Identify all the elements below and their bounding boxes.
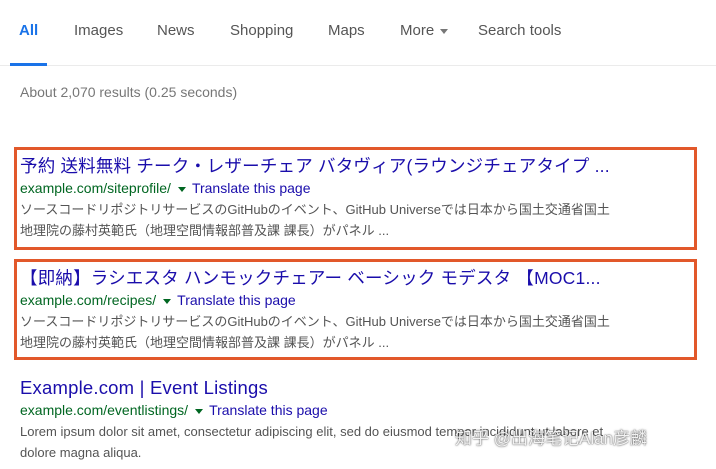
watermark-text: 知乎 @出海笔记Alan彦麟 bbox=[455, 429, 648, 448]
tab-more-label: More bbox=[400, 22, 435, 39]
chevron-down-icon bbox=[440, 28, 449, 34]
tab-shopping[interactable]: Shopping bbox=[230, 22, 293, 39]
tab-images[interactable]: Images bbox=[74, 22, 123, 39]
search-result: Example.com | Event Listings example.com… bbox=[20, 377, 690, 463]
url-dropdown-icon[interactable] bbox=[195, 408, 204, 414]
translate-link[interactable]: Translate this page bbox=[209, 402, 328, 418]
result-stats: About 2,070 results (0.25 seconds) bbox=[20, 84, 238, 100]
highlight-box bbox=[14, 259, 697, 360]
result-title-link[interactable]: Example.com | Event Listings bbox=[20, 377, 690, 399]
active-tab-indicator bbox=[10, 63, 47, 66]
tab-all[interactable]: All bbox=[19, 22, 38, 39]
result-url-line: example.com/eventlistings/Translate this… bbox=[20, 401, 690, 420]
tab-news[interactable]: News bbox=[157, 22, 195, 39]
search-tabs-bar: All Images News Shopping Maps More Searc… bbox=[0, 0, 716, 66]
tab-search-tools[interactable]: Search tools bbox=[478, 22, 561, 39]
tab-maps[interactable]: Maps bbox=[328, 22, 365, 39]
tab-more[interactable]: More bbox=[400, 22, 449, 39]
highlight-box bbox=[14, 147, 697, 250]
result-url: example.com/eventlistings/ bbox=[20, 402, 189, 418]
